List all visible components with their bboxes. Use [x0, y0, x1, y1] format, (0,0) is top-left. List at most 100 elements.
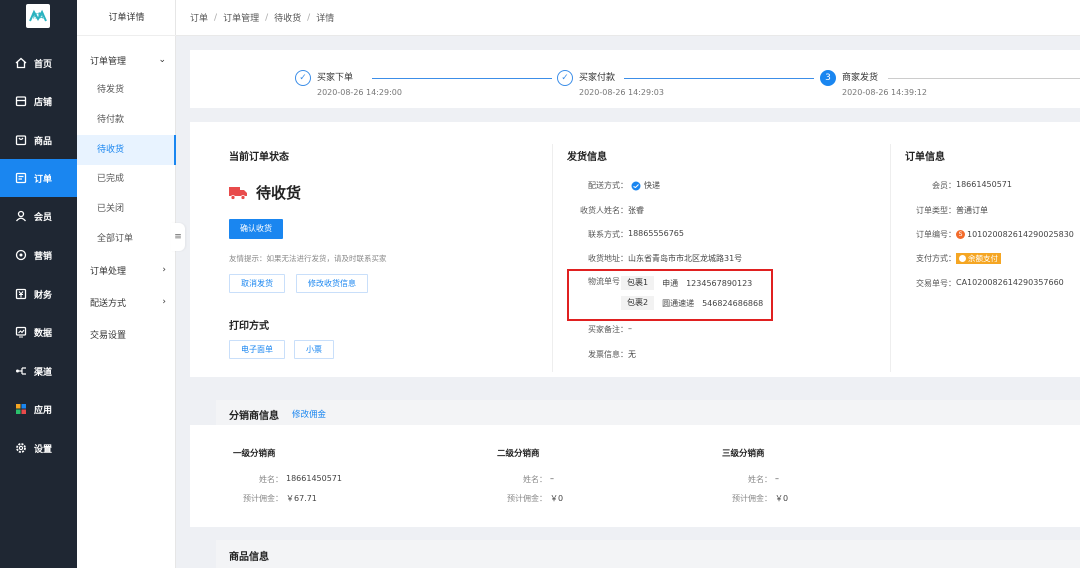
edit-commission-link[interactable]: 修改佣金 — [292, 408, 326, 420]
nav-item-members[interactable]: 会员 — [0, 197, 77, 235]
logo-text: 有赞 — [32, 13, 45, 20]
collapse-sidebar-button[interactable]: ≡ — [171, 223, 185, 251]
field-label: 姓名： — [259, 475, 283, 484]
field-label: 预计佣金： — [243, 494, 283, 503]
breadcrumb-orders[interactable]: 订单 — [190, 11, 208, 24]
tracking-number[interactable]: 546824686868 — [702, 299, 763, 308]
breadcrumb-detail: 详情 — [316, 14, 335, 24]
sub-sidebar-title: 订单详情 — [77, 0, 176, 36]
shipping-heading: 发货信息 — [567, 152, 607, 163]
product-info-header: 商品信息 — [216, 540, 1080, 568]
sub-sidebar: 订单详情 订单管理 ⌄ 待发货 待付款 待收货 已完成 已关闭 全部订单 订单处… — [77, 0, 176, 568]
nav-item-store[interactable]: 店铺 — [0, 82, 77, 120]
address-row: 收货地址： 山东省青岛市市北区龙城路31号 — [562, 253, 742, 264]
package-2: 包裹2 圆通速递 546824686868 — [621, 296, 763, 310]
sub-group-delivery[interactable]: 配送方式 › — [77, 289, 176, 315]
sub-item-completed[interactable]: 已完成 — [77, 164, 176, 194]
sub-item-to-pay[interactable]: 待付款 — [77, 105, 176, 135]
sub-group-trade-settings[interactable]: 交易设置 — [77, 321, 176, 347]
distributor-header: 分销商信息 修改佣金 — [216, 400, 1080, 425]
order-status-heading: 当前订单状态 — [229, 152, 289, 163]
chart-icon — [15, 326, 27, 338]
field-label: 会员： — [932, 181, 956, 190]
breadcrumb-to-receive[interactable]: 待收货 — [274, 11, 301, 24]
sub-group-label: 交易设置 — [90, 330, 127, 341]
commission-value: ￥0 — [550, 494, 564, 503]
nav-item-apps[interactable]: 应用 — [0, 390, 77, 428]
distributor-title: 一级分销商 — [233, 449, 276, 459]
breadcrumb-order-manage[interactable]: 订单管理 — [223, 11, 259, 24]
step-title: 买家下单 — [317, 73, 354, 83]
check-icon: ✓ — [557, 70, 573, 86]
nav-item-goods[interactable]: 商品 — [0, 121, 77, 159]
confirm-receipt-button[interactable]: 确认收货 — [229, 219, 283, 239]
package-1: 包裹1 申通 1234567890123 — [621, 276, 752, 290]
field-label: 联系方式： — [588, 230, 628, 239]
wallet-icon — [959, 255, 966, 262]
tracking-number[interactable]: 1234567890123 — [686, 279, 752, 288]
nav-item-orders[interactable]: 订单 — [0, 159, 77, 197]
nav-item-marketing[interactable]: 营销 — [0, 236, 77, 274]
receiver-name-value: 张睿 — [628, 206, 644, 215]
package-tag: 包裹1 — [621, 276, 655, 290]
member-link[interactable]: 18661450571 — [956, 180, 1012, 191]
order-number-value: 101020082614290025830 — [967, 230, 1074, 239]
print-receipt-button[interactable]: 小票 — [294, 340, 334, 359]
sub-group-label: 订单管理 — [90, 56, 127, 67]
nav-label: 应用 — [34, 405, 53, 416]
field-label: 收货地址： — [588, 254, 628, 263]
nav-label: 订单 — [34, 174, 53, 185]
sub-item-to-receive[interactable]: 待收货 — [77, 135, 176, 165]
nav-label: 首页 — [34, 59, 53, 70]
express-icon — [631, 181, 641, 190]
nav-item-data[interactable]: 数据 — [0, 313, 77, 351]
print-waybill-button[interactable]: 电子面单 — [229, 340, 285, 359]
edit-address-button[interactable]: 修改收货信息 — [296, 274, 368, 293]
sub-group-order-manage[interactable]: 订单管理 ⌄ — [77, 47, 176, 73]
step-title: 商家发货 — [842, 73, 879, 83]
home-icon — [15, 57, 27, 69]
invoice-row: 发票信息：无 — [562, 349, 636, 360]
contact-row: 联系方式： 18865556765 — [562, 229, 684, 240]
tracking-row: 物流单号： — [562, 276, 628, 287]
nav-label: 数据 — [34, 328, 53, 339]
apps-icon — [16, 404, 26, 414]
cancel-shipping-button[interactable]: 取消发货 — [229, 274, 285, 293]
order-icon — [15, 172, 27, 184]
finance-icon — [15, 288, 27, 300]
invoice-value: 无 — [628, 350, 636, 359]
step-buyer-order: ✓ 买家下单 2020-08-26 14:29:00 — [295, 70, 402, 97]
step-merchant-ship: 3 商家发货 2020-08-26 14:39:12 — [820, 70, 927, 97]
order-state: 待收货 — [229, 182, 301, 203]
sub-item-to-ship[interactable]: 待发货 — [77, 75, 176, 105]
package-tag: 包裹2 — [621, 296, 655, 310]
divider — [552, 144, 553, 372]
sub-group-label: 配送方式 — [90, 298, 127, 309]
marketing-icon — [15, 249, 27, 261]
field-label: 配送方式： — [588, 181, 628, 190]
order-source-icon: S — [956, 230, 965, 239]
order-state-text: 待收货 — [256, 184, 302, 202]
sub-group-order-process[interactable]: 订单处理 › — [77, 257, 176, 283]
user-icon — [15, 210, 27, 222]
nav-label: 商品 — [34, 136, 53, 147]
nav-label: 渠道 — [34, 367, 53, 378]
member-row: 会员： 18661450571 — [890, 180, 1012, 191]
breadcrumb: 订单 / 订单管理 / 待收货 / 详情 — [176, 0, 1080, 36]
commission-value: ￥0 — [775, 494, 789, 503]
sub-item-closed[interactable]: 已关闭 — [77, 194, 176, 224]
trade-number-value: CA1020082614290357660 — [956, 278, 1064, 287]
channel-icon — [16, 367, 26, 375]
nav-item-finance[interactable]: 财务 — [0, 275, 77, 313]
field-label: 发票信息： — [588, 350, 628, 359]
distributor-name-value: – — [550, 474, 554, 483]
nav-item-home[interactable]: 首页 — [0, 44, 77, 82]
distributor-name-link[interactable]: 18661450571 — [286, 474, 342, 485]
sub-item-all[interactable]: 全部订单 — [77, 224, 176, 254]
step-number: 3 — [820, 70, 836, 86]
contact-value: 18865556765 — [628, 229, 684, 238]
truck-icon — [229, 186, 247, 200]
order-type-row: 订单类型： 普通订单 — [890, 205, 988, 216]
nav-item-channel[interactable]: 渠道 — [0, 352, 77, 390]
nav-item-settings[interactable]: 设置 — [0, 429, 77, 467]
